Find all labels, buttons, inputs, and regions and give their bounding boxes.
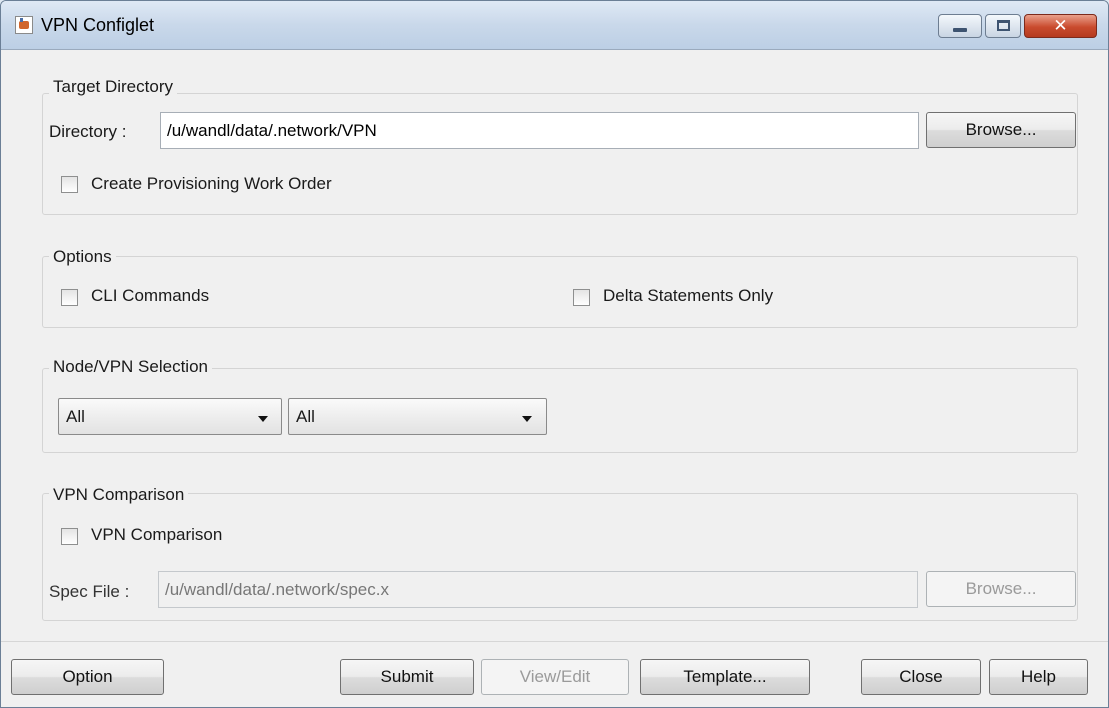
maximize-button[interactable] bbox=[985, 14, 1021, 38]
vpn-select[interactable]: All bbox=[288, 398, 547, 435]
spec-file-browse-button[interactable]: Browse... bbox=[926, 571, 1076, 607]
directory-browse-button[interactable]: Browse... bbox=[926, 112, 1076, 148]
create-work-order-label: Create Provisioning Work Order bbox=[91, 174, 332, 193]
footer-divider bbox=[1, 641, 1108, 642]
chevron-down-icon bbox=[258, 416, 268, 422]
directory-input[interactable]: /u/wandl/data/.network/VPN bbox=[160, 112, 919, 149]
window-title: VPN Configlet bbox=[41, 15, 155, 35]
vpn-configlet-window: VPN Configlet ✕ Target Directory Directo… bbox=[0, 0, 1109, 708]
template-button[interactable]: Template... bbox=[640, 659, 810, 695]
submit-button[interactable]: Submit bbox=[340, 659, 474, 695]
maximize-icon bbox=[997, 20, 1010, 31]
node-vpn-selection-group-title: Node/VPN Selection bbox=[49, 357, 212, 377]
node-select-value: All bbox=[66, 407, 85, 426]
create-work-order-checkbox[interactable] bbox=[61, 176, 78, 193]
close-icon: ✕ bbox=[1053, 16, 1068, 36]
directory-label: Directory : bbox=[49, 122, 127, 141]
spec-file-label: Spec File : bbox=[49, 582, 130, 601]
cli-commands-checkbox[interactable] bbox=[61, 289, 78, 306]
vpn-comparison-checkbox[interactable] bbox=[61, 528, 78, 545]
option-button[interactable]: Option bbox=[11, 659, 164, 695]
vpn-select-value: All bbox=[296, 407, 315, 426]
view-edit-button[interactable]: View/Edit bbox=[481, 659, 629, 695]
minimize-button[interactable] bbox=[938, 14, 982, 38]
close-button[interactable]: Close bbox=[861, 659, 981, 695]
spec-file-input[interactable]: /u/wandl/data/.network/spec.x bbox=[158, 571, 918, 608]
vpn-comparison-group-title: VPN Comparison bbox=[49, 485, 189, 505]
java-app-icon bbox=[15, 16, 33, 34]
delta-statements-checkbox[interactable] bbox=[573, 289, 590, 306]
help-button[interactable]: Help bbox=[989, 659, 1088, 695]
vpn-comparison-label: VPN Comparison bbox=[91, 525, 223, 544]
chevron-down-icon bbox=[522, 416, 532, 422]
delta-statements-label: Delta Statements Only bbox=[603, 286, 774, 305]
title-bar[interactable]: VPN Configlet ✕ bbox=[1, 1, 1108, 50]
options-group-title: Options bbox=[49, 247, 116, 267]
cli-commands-label: CLI Commands bbox=[91, 286, 210, 305]
node-select[interactable]: All bbox=[58, 398, 282, 435]
target-directory-group-title: Target Directory bbox=[49, 77, 177, 97]
close-window-button[interactable]: ✕ bbox=[1024, 14, 1097, 38]
minimize-icon bbox=[953, 28, 967, 32]
